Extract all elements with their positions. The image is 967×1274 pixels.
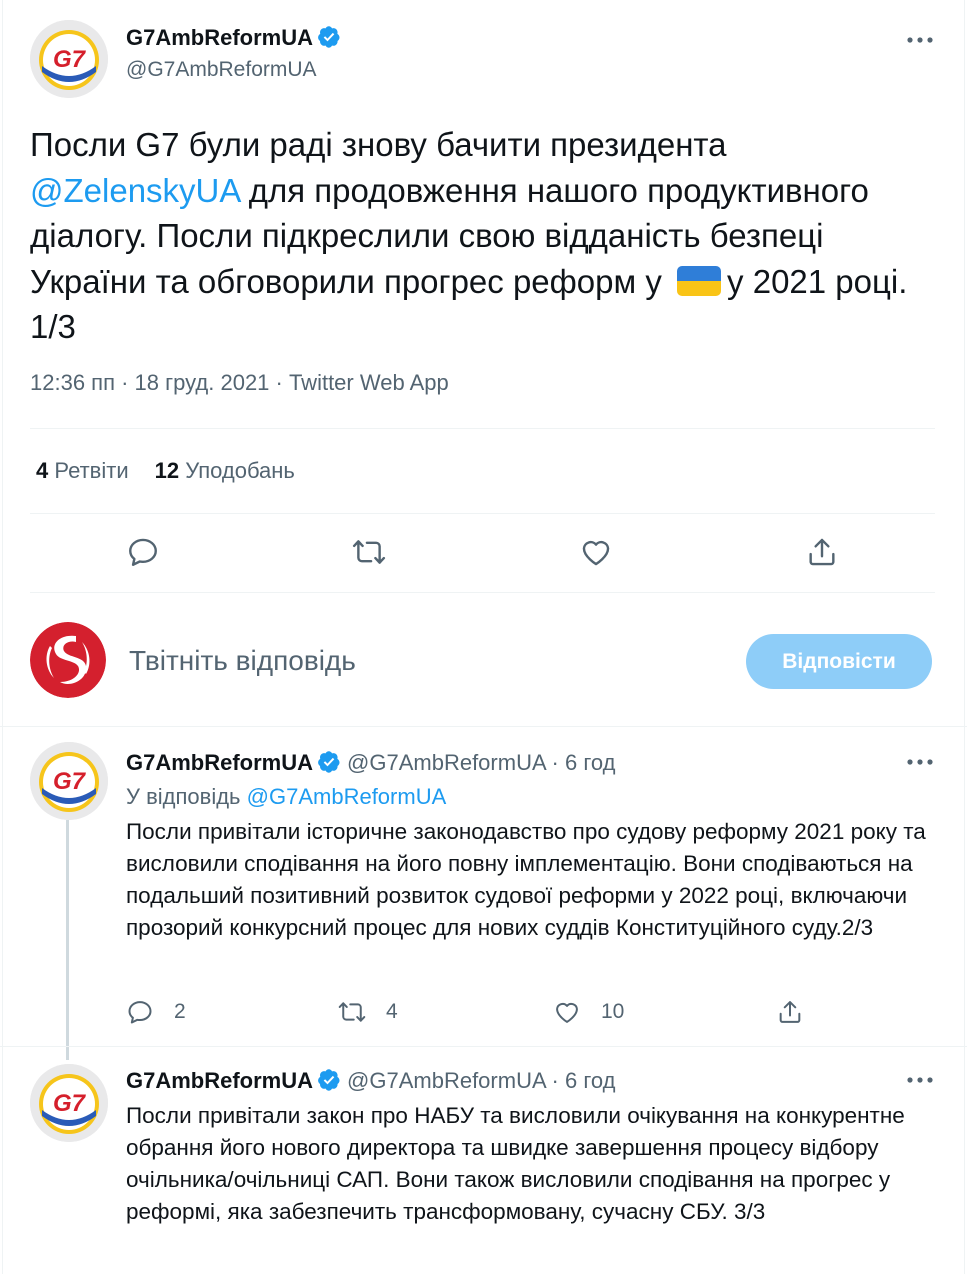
author-name[interactable]: G7AmbReformUA bbox=[126, 1068, 313, 1093]
divider bbox=[0, 1046, 967, 1047]
ukraine-flag-emoji bbox=[677, 265, 722, 296]
retweet-icon bbox=[352, 540, 386, 564]
thread-tweet-text: Посли привітали закон про НАБУ та вислов… bbox=[126, 1103, 905, 1224]
replying-to-label: У відповідь bbox=[126, 784, 241, 809]
retweet-count: 4 bbox=[386, 1000, 398, 1023]
retweet-button[interactable]: 4 bbox=[338, 997, 398, 1027]
g7-logo-icon: G7 bbox=[30, 1064, 108, 1142]
like-button[interactable]: 10 bbox=[553, 997, 624, 1027]
likes-stat[interactable]: 12 Уподобань bbox=[155, 458, 295, 483]
share-button[interactable] bbox=[776, 997, 804, 1027]
svg-text:G7: G7 bbox=[53, 768, 87, 795]
verified-badge-icon bbox=[318, 1069, 340, 1091]
verified-badge-icon bbox=[318, 26, 340, 48]
more-options-icon[interactable] bbox=[905, 34, 935, 46]
reply-button[interactable] bbox=[126, 535, 160, 569]
engagement-stats: 4 Ретвіти 12 Уподобань bbox=[36, 458, 295, 484]
retweets-stat[interactable]: 4 Ретвіти bbox=[36, 458, 129, 483]
reply-button[interactable]: 2 bbox=[126, 997, 186, 1027]
svg-text:G7: G7 bbox=[53, 1090, 87, 1117]
section-divider bbox=[0, 726, 967, 727]
like-count: 10 bbox=[601, 1000, 625, 1023]
tweet-text-segment: Посли G7 були раді знову бачити президен… bbox=[30, 126, 727, 163]
reply-count: 2 bbox=[174, 1000, 186, 1023]
thread-tweet-header: G7AmbReformUA @G7AmbReformUA · 6 год bbox=[126, 1068, 615, 1094]
like-icon bbox=[556, 1002, 578, 1023]
current-user-avatar[interactable] bbox=[30, 622, 106, 698]
like-icon bbox=[582, 540, 610, 566]
reply-icon bbox=[129, 538, 157, 566]
user-logo-icon bbox=[30, 622, 106, 698]
author-avatar[interactable]: G7 bbox=[30, 20, 108, 98]
more-options-icon[interactable] bbox=[905, 1074, 935, 1086]
author-name-text[interactable]: G7AmbReformUA bbox=[126, 25, 313, 50]
share-icon bbox=[809, 538, 835, 566]
tweet-detail-page: G7 G7AmbReformUA @G7AmbReformUA Посли G7… bbox=[0, 0, 967, 1274]
g7-logo-icon: G7 bbox=[30, 742, 108, 820]
author-name[interactable]: G7AmbReformUA bbox=[126, 25, 341, 51]
handle-and-time[interactable]: @G7AmbReformUA · 6 год bbox=[347, 1068, 615, 1093]
frame-border-right bbox=[964, 0, 965, 1274]
mention-link[interactable]: @ZelenskyUA bbox=[30, 172, 240, 209]
replying-to: У відповідь @G7AmbReformUA bbox=[126, 784, 446, 810]
reply-input[interactable]: Твітніть відповідь bbox=[129, 645, 356, 677]
thread-tweet-text: Посли привітали історичне законодавство … bbox=[126, 819, 926, 940]
verified-badge-icon bbox=[318, 751, 340, 773]
thread-tweet-header: G7AmbReformUA @G7AmbReformUA · 6 год bbox=[126, 750, 615, 776]
divider bbox=[30, 592, 935, 593]
svg-text:G7: G7 bbox=[53, 46, 87, 73]
retweet-button[interactable] bbox=[352, 535, 386, 569]
handle-and-time[interactable]: @G7AmbReformUA · 6 год bbox=[347, 750, 615, 775]
retweet-icon bbox=[338, 1002, 366, 1022]
like-button[interactable] bbox=[579, 535, 613, 569]
author-handle[interactable]: @G7AmbReformUA bbox=[126, 58, 317, 82]
divider bbox=[30, 428, 935, 429]
share-icon bbox=[779, 1001, 801, 1023]
author-avatar[interactable]: G7 bbox=[30, 1064, 108, 1142]
more-options-icon[interactable] bbox=[905, 756, 935, 768]
frame-border-left bbox=[2, 0, 3, 1274]
tweet-timestamp-source[interactable]: 12:36 пп · 18 груд. 2021 · Twitter Web A… bbox=[30, 370, 449, 396]
author-name[interactable]: G7AmbReformUA bbox=[126, 750, 313, 775]
share-button[interactable] bbox=[805, 535, 839, 569]
main-tweet-text: Посли G7 були раді знову бачити президен… bbox=[30, 122, 935, 350]
author-avatar[interactable]: G7 bbox=[30, 742, 108, 820]
thread-connector-line bbox=[66, 820, 69, 1060]
g7-logo-icon: G7 bbox=[30, 20, 108, 98]
reply-icon bbox=[128, 1001, 152, 1024]
replying-to-handle[interactable]: @G7AmbReformUA bbox=[247, 784, 447, 809]
divider bbox=[30, 513, 935, 514]
reply-submit-button[interactable]: Відповісти bbox=[746, 634, 932, 689]
